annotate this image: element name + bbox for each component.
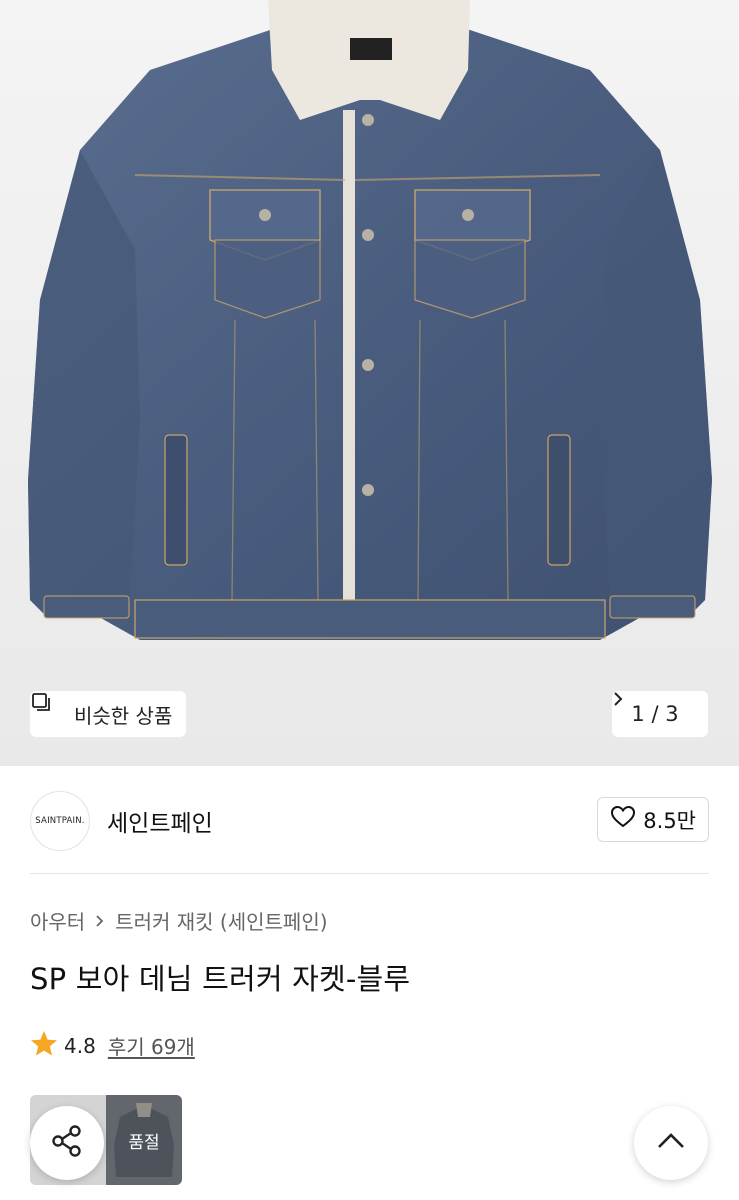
chevron-right-icon [95, 909, 105, 933]
scroll-top-button[interactable] [634, 1106, 708, 1180]
soldout-overlay: 품절 [106, 1095, 182, 1185]
product-image [0, 0, 739, 766]
rating-row: 4.8 후기 69개 [30, 1030, 195, 1061]
heart-outline-icon [610, 805, 636, 834]
brand-row: SAINTPAIN. 세인트페인 8.5만 [30, 790, 709, 852]
image-pager[interactable]: 1 / 3 [612, 691, 708, 737]
reviews-link[interactable]: 후기 69개 [108, 1031, 195, 1060]
like-button[interactable]: 8.5만 [597, 797, 709, 842]
similar-items-icon [32, 693, 66, 725]
similar-items-button[interactable]: 비슷한 상품 [30, 691, 187, 737]
breadcrumb-subcategory[interactable]: 트러커 재킷 (세인트페인) [115, 906, 327, 935]
similar-items-label: 비슷한 상품 [74, 703, 173, 728]
share-icon [49, 1123, 85, 1163]
breadcrumb-category[interactable]: 아우터 [30, 906, 85, 935]
product-title: SP 보아 데님 트러커 자켓-블루 [30, 962, 411, 996]
divider [30, 873, 709, 874]
product-image-carousel[interactable]: 비슷한 상품 1 / 3 [0, 0, 739, 766]
like-count: 8.5만 [643, 808, 696, 833]
pager-label: 1 / 3 [631, 702, 679, 726]
breadcrumb: 아우터 트러커 재킷 (세인트페인) [30, 906, 328, 935]
chevron-up-icon [656, 1131, 686, 1155]
brand-logo[interactable]: SAINTPAIN. [30, 791, 90, 851]
star-icon [30, 1030, 58, 1061]
rating-score: 4.8 [64, 1033, 96, 1058]
brand-name[interactable]: 세인트페인 [107, 804, 213, 838]
share-button[interactable] [30, 1106, 104, 1180]
